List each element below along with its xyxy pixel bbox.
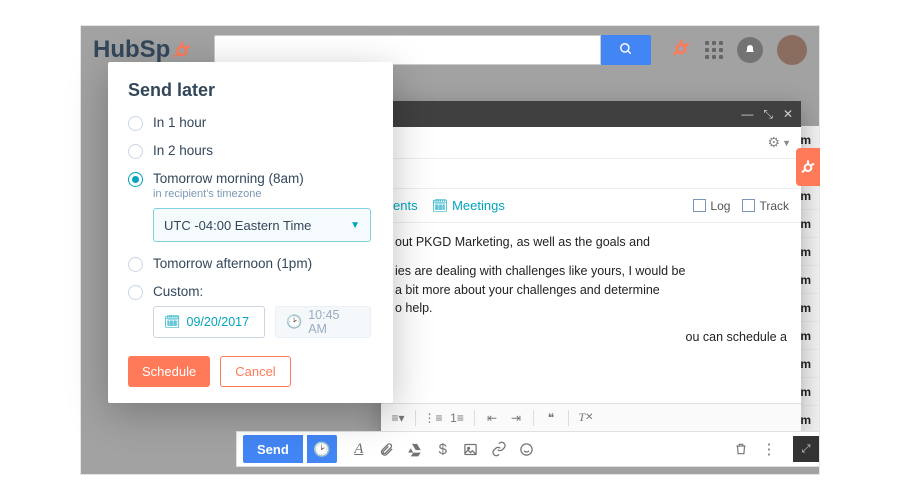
- option-subtext: in recipient's timezone: [153, 188, 304, 200]
- radio-icon: [128, 144, 143, 159]
- send-button[interactable]: Send: [243, 435, 303, 463]
- sprocket-icon: [172, 39, 194, 61]
- indent-icon[interactable]: ⇥: [505, 408, 527, 428]
- option-label: Custom:: [153, 284, 203, 299]
- custom-date-input[interactable]: 🗓 09/20/2017: [153, 306, 265, 338]
- option-tomorrow-morning[interactable]: Tomorrow morning (8am) in recipient's ti…: [128, 171, 373, 200]
- search-icon: [619, 42, 633, 59]
- clock-icon: 🕑: [286, 314, 302, 330]
- sprocket-icon[interactable]: [671, 38, 691, 63]
- option-custom[interactable]: Custom:: [128, 284, 373, 300]
- collapse-icon[interactable]: ⤡: [763, 107, 773, 122]
- minimize-icon[interactable]: —: [741, 107, 753, 121]
- caret-down-icon: ▼: [782, 138, 791, 148]
- radio-icon: [128, 257, 143, 272]
- timezone-value: UTC -04:00 Eastern Time: [164, 218, 311, 233]
- align-icon[interactable]: ≡▾: [387, 408, 409, 428]
- hubspot-logo: HubSp: [93, 36, 194, 64]
- meetings-link[interactable]: 🗓Meetings: [432, 198, 505, 214]
- quote-icon[interactable]: ❝: [540, 408, 562, 428]
- settings-dropdown[interactable]: ⚙▼: [768, 134, 791, 151]
- hubspot-sidebar-tab[interactable]: [796, 148, 820, 186]
- apps-icon[interactable]: [705, 41, 723, 59]
- timezone-select[interactable]: UTC -04:00 Eastern Time ▼: [153, 208, 371, 242]
- option-in-1-hour[interactable]: In 1 hour: [128, 115, 373, 131]
- logo-text: HubSp: [93, 36, 170, 64]
- log-checkbox[interactable]: Log: [693, 199, 730, 213]
- body-text: ou can schedule a: [395, 328, 787, 347]
- option-label: In 2 hours: [153, 143, 213, 158]
- calendar-icon: 🗓: [164, 314, 181, 330]
- send-toolbar: Send 🕑 A $ ⋮ ⤢: [236, 431, 820, 467]
- list-bullet-icon[interactable]: ⋮≡: [422, 408, 444, 428]
- avatar[interactable]: [777, 35, 807, 65]
- search-button[interactable]: [601, 35, 651, 65]
- schedule-send-button[interactable]: 🕑: [307, 435, 337, 463]
- close-icon[interactable]: ✕: [783, 107, 793, 121]
- compose-window: — ⤡ ✕ ⚙▼ ents 🗓Meetings Log Track out PK…: [381, 101, 801, 431]
- body-text: out PKGD Marketing, as well as the goals…: [395, 233, 787, 252]
- trash-icon[interactable]: [729, 437, 753, 461]
- compose-body[interactable]: out PKGD Marketing, as well as the goals…: [381, 223, 801, 403]
- date-value: 09/20/2017: [187, 315, 250, 329]
- radio-icon: [128, 116, 143, 131]
- radio-icon: [128, 285, 143, 300]
- more-icon[interactable]: ⋮: [757, 437, 781, 461]
- search-input[interactable]: [214, 35, 601, 65]
- option-tomorrow-afternoon[interactable]: Tomorrow afternoon (1pm): [128, 256, 373, 272]
- send-later-modal: Send later In 1 hour In 2 hours Tomorrow…: [108, 62, 393, 403]
- option-in-2-hours[interactable]: In 2 hours: [128, 143, 373, 159]
- money-icon[interactable]: $: [431, 437, 455, 461]
- list-number-icon[interactable]: 1≡: [446, 408, 468, 428]
- schedule-button[interactable]: Schedule: [128, 356, 210, 387]
- option-label: Tomorrow afternoon (1pm): [153, 256, 312, 271]
- drive-icon[interactable]: [403, 437, 427, 461]
- modal-title: Send later: [128, 80, 373, 101]
- body-text: ies are dealing with challenges like you…: [395, 262, 787, 318]
- image-icon[interactable]: [459, 437, 483, 461]
- link-icon[interactable]: [487, 437, 511, 461]
- track-checkbox[interactable]: Track: [742, 199, 789, 213]
- clock-icon: 🕑: [313, 441, 330, 458]
- outdent-icon[interactable]: ⇤: [481, 408, 503, 428]
- calendar-icon: 🗓: [432, 198, 449, 214]
- emoji-icon[interactable]: [515, 437, 539, 461]
- radio-icon: [128, 172, 143, 187]
- custom-time-input[interactable]: 🕑 10:45 AM: [275, 306, 371, 338]
- option-label: In 1 hour: [153, 115, 206, 130]
- attach-icon[interactable]: [375, 437, 399, 461]
- gear-icon: ⚙: [768, 134, 781, 151]
- toolbar-link[interactable]: ents: [393, 198, 418, 213]
- clear-format-icon[interactable]: T✕: [575, 408, 597, 428]
- caret-down-icon: ▼: [350, 220, 360, 231]
- expand-icon[interactable]: ⤢: [793, 436, 819, 462]
- time-value: 10:45 AM: [308, 308, 360, 336]
- notifications-icon[interactable]: [737, 37, 763, 63]
- font-icon[interactable]: A: [347, 437, 371, 461]
- format-toolbar: ≡▾ ⋮≡ 1≡ ⇤ ⇥ ❝ T✕: [381, 403, 801, 431]
- cancel-button[interactable]: Cancel: [220, 356, 290, 387]
- option-label: Tomorrow morning (8am): [153, 171, 304, 186]
